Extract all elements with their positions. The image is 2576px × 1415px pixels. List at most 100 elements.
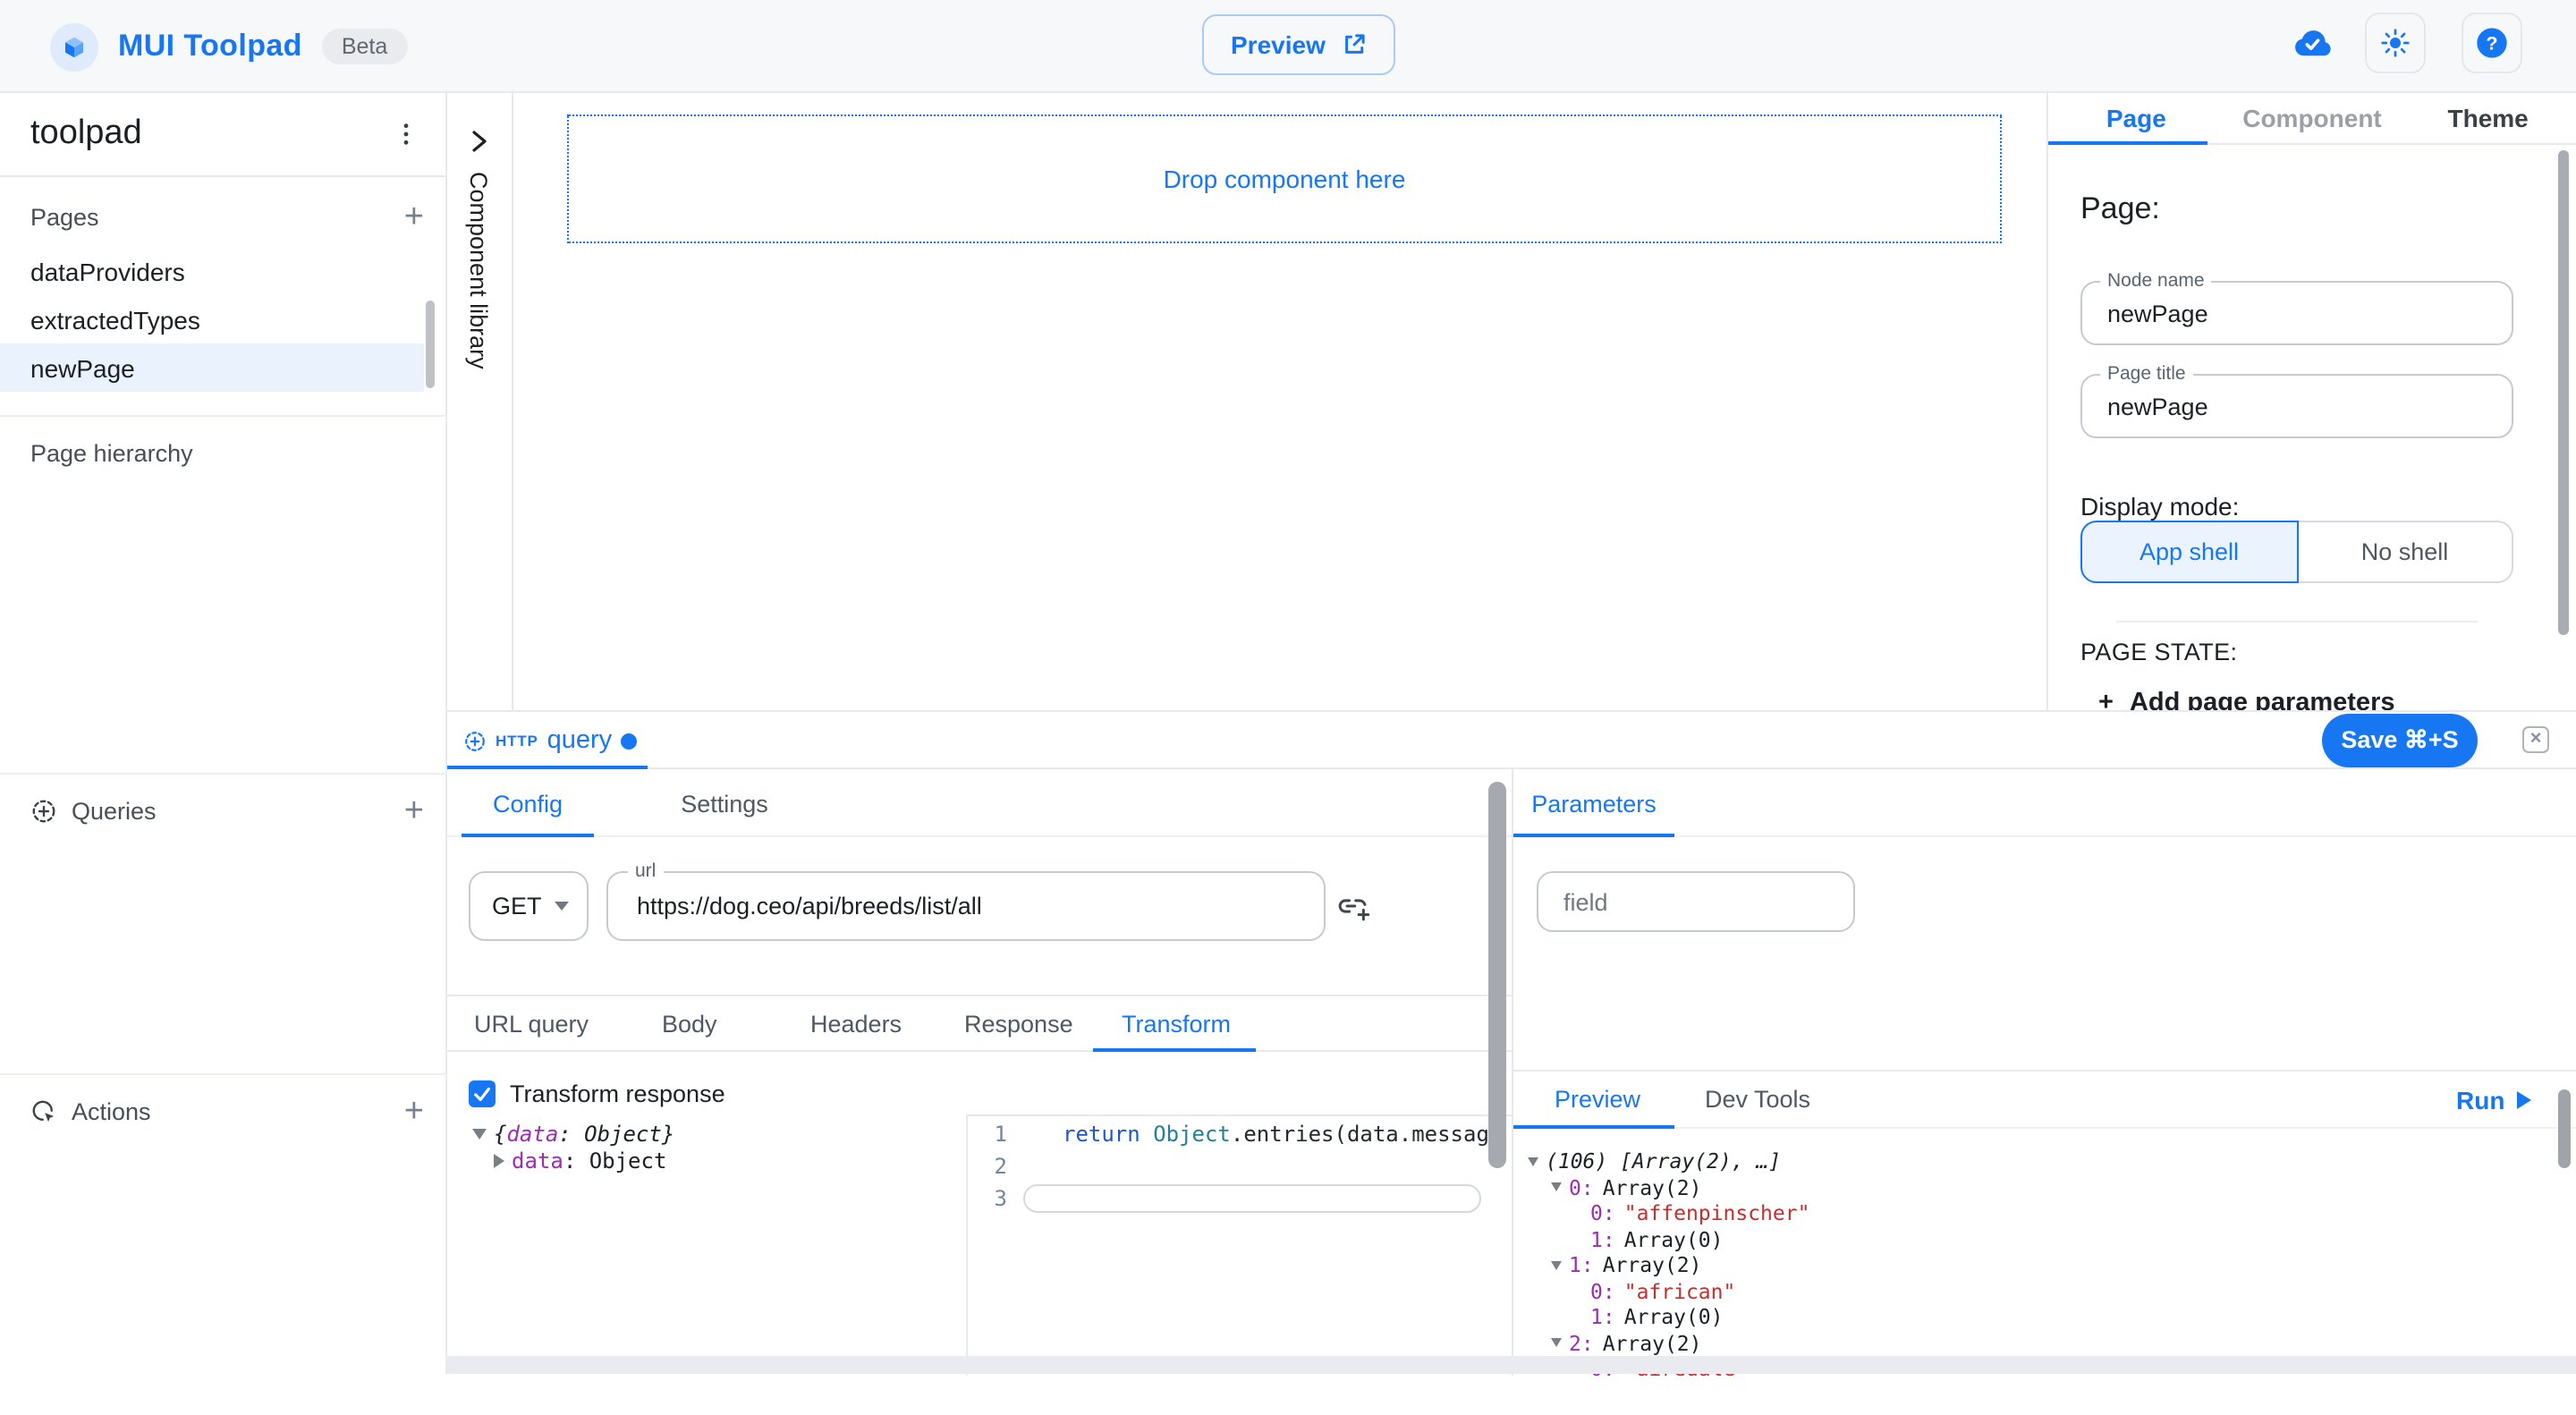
config-scrollbar-thumb[interactable] (1488, 782, 1506, 1168)
url-input[interactable] (608, 873, 1324, 939)
tab-settings[interactable]: Settings (648, 769, 801, 837)
add-query-button[interactable]: + (404, 793, 424, 827)
parameter-field (1537, 871, 1855, 932)
node-name-input[interactable] (2082, 283, 2512, 343)
transform-response-label: Transform response (510, 1080, 725, 1107)
actions-cursor-icon (30, 1097, 57, 1124)
add-binding-link-icon[interactable] (1335, 887, 1372, 925)
preview-button-label: Preview (1231, 30, 1326, 59)
schema-key: data (506, 1121, 558, 1146)
tab-body[interactable]: Body (662, 996, 717, 1050)
triangle-down-icon (1528, 1157, 1538, 1166)
help-button[interactable]: ? (2462, 13, 2522, 73)
tab-config[interactable]: Config (462, 769, 594, 837)
results-scrollbar-thumb[interactable] (2558, 1089, 2571, 1168)
toggle-no-shell[interactable]: No shell (2298, 521, 2513, 583)
display-mode-label: Display mode: (2080, 492, 2239, 521)
output-key: 0: (1590, 1279, 1615, 1304)
query-results-section: Parameters Preview Dev Tools Run (1512, 769, 2576, 1376)
brace: { (494, 1121, 506, 1146)
output-row[interactable]: 1: Array(2) (1513, 1252, 2576, 1278)
transform-response-row: Transform response (469, 1080, 725, 1107)
node-name-field: Node name (2080, 281, 2513, 345)
request-subtabs: URL query Body Headers Response Transfor… (447, 995, 1512, 1052)
transform-code-editor[interactable]: 1 return Object.entries(data.messag 2 3 (966, 1114, 1512, 1376)
schema-root-row[interactable]: {data: Object} (472, 1120, 674, 1147)
active-config-tab-indicator (462, 833, 594, 837)
http-method-select[interactable]: GET (469, 871, 589, 941)
tab-page[interactable]: Page (2048, 93, 2224, 143)
output-row[interactable]: 1: Array(0) (1513, 1304, 2576, 1330)
tab-headers[interactable]: Headers (810, 996, 902, 1050)
tab-component[interactable]: Component (2224, 93, 2401, 143)
sidebar-item-extractedtypes[interactable]: extractedTypes (0, 295, 424, 343)
tab-http-query[interactable]: HTTP query (447, 712, 648, 769)
add-page-parameters-button[interactable]: + Add page parameters (2098, 689, 2395, 710)
line-number: 1 (968, 1122, 1007, 1147)
divider (0, 1073, 447, 1075)
run-button[interactable]: Run (2445, 1072, 2542, 1127)
output-row[interactable]: 0: "african" (1513, 1278, 2576, 1304)
page-item-label: extractedTypes (30, 305, 200, 334)
tab-page-label: Page (2106, 104, 2166, 132)
triangle-down-icon (1551, 1339, 1562, 1348)
output-row[interactable]: 0: "affenpinscher" (1513, 1200, 2576, 1226)
output-summary: (106) [Array(2), …] (1546, 1149, 1781, 1174)
sidebar-item-dataproviders[interactable]: dataProviders (0, 247, 424, 295)
output-row[interactable]: 2: Array(2) (1513, 1330, 2576, 1356)
tab-response[interactable]: Response (964, 996, 1073, 1050)
schema-child-row[interactable]: data: Object (472, 1147, 674, 1174)
url-label: url (628, 860, 663, 882)
output-key: 1: (1590, 1305, 1615, 1330)
app-title: MUI Toolpad (118, 29, 302, 64)
help-question-icon: ? (2474, 25, 2510, 61)
code-space (1140, 1122, 1153, 1147)
tab-parameters[interactable]: Parameters (1513, 769, 1674, 837)
unsaved-changes-dot (621, 733, 637, 749)
url-field: url (606, 871, 1326, 941)
inspector-scrollbar-thumb[interactable] (2558, 150, 2569, 635)
add-action-button[interactable]: + (404, 1094, 424, 1128)
add-page-button[interactable]: + (404, 199, 424, 233)
theme-toggle-button[interactable] (2365, 13, 2426, 73)
beta-badge: Beta (322, 29, 407, 64)
schema-key: data (512, 1148, 564, 1173)
triangle-down-icon (1551, 1183, 1562, 1192)
tab-theme[interactable]: Theme (2400, 93, 2576, 143)
tab-preview-label: Preview (1555, 1086, 1640, 1113)
sidebar-item-newpage-selected[interactable]: newPage (0, 343, 424, 392)
add-page-parameters-label: Add page parameters (2130, 689, 2395, 710)
display-mode-toggle-group: App shell No shell (2080, 521, 2513, 583)
transform-response-checkbox[interactable] (469, 1080, 496, 1107)
code-class: Object (1153, 1122, 1231, 1147)
page-canvas: Component library Drop component here (447, 93, 2048, 710)
preview-button[interactable]: Preview (1202, 14, 1395, 75)
component-drop-zone[interactable]: Drop component here (567, 114, 2002, 243)
output-key: 0: (1590, 1201, 1615, 1226)
play-icon (2517, 1090, 2531, 1108)
output-row[interactable]: 0: Array(2) (1513, 1174, 2576, 1200)
close-panel-button[interactable]: × (2522, 726, 2549, 753)
tab-url-query[interactable]: URL query (474, 996, 589, 1050)
project-menu-kebab-icon[interactable] (392, 120, 420, 148)
pages-scrollbar-thumb[interactable] (426, 301, 435, 388)
cloud-sync-icon (2286, 18, 2336, 68)
page-title-input[interactable] (2082, 376, 2512, 436)
tab-dev-tools[interactable]: Dev Tools (1705, 1072, 1810, 1127)
config-tabs: Config Settings (447, 769, 1512, 837)
component-library-drawer[interactable]: Component library (447, 93, 513, 710)
divider (0, 415, 447, 417)
output-row[interactable]: 1: Array(0) (1513, 1226, 2576, 1252)
explorer-sidebar: toolpad Pages + dataProviders extractedT… (0, 93, 447, 1374)
tab-preview[interactable]: Preview (1555, 1072, 1640, 1127)
output-row[interactable]: (106) [Array(2), …] (1513, 1148, 2576, 1174)
parameter-field-input[interactable] (1538, 873, 1853, 930)
code-keyword: return (1063, 1122, 1140, 1147)
divider (2116, 621, 2478, 623)
page-item-label: newPage (30, 353, 135, 382)
active-result-tab-indicator (1513, 1124, 1674, 1129)
toggle-app-shell[interactable]: App shell (2080, 521, 2298, 583)
tab-transform[interactable]: Transform (1122, 996, 1231, 1050)
save-button[interactable]: Save ⌘+S (2322, 714, 2478, 767)
tab-dev-tools-label: Dev Tools (1705, 1086, 1810, 1113)
